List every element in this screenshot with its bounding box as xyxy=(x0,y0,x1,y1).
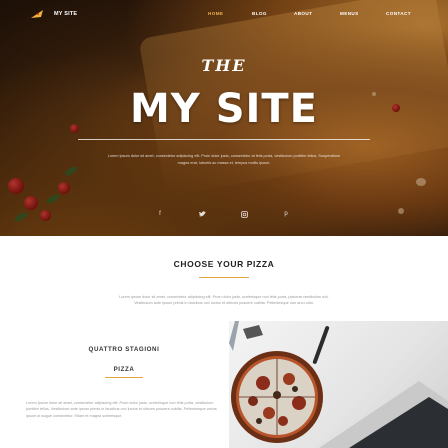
instagram-icon[interactable] xyxy=(240,210,248,218)
pizza-category: PIZZA xyxy=(113,366,135,373)
pinterest-icon[interactable]: p xyxy=(282,210,290,218)
nav-item-home[interactable]: HOME xyxy=(208,11,223,16)
section-description: Lorem ipsum dolor sit amet, consectetur … xyxy=(119,295,329,306)
section-title-underline xyxy=(199,277,249,278)
pizza-description: Lorem ipsum dolor sit amet, consectetur … xyxy=(26,401,217,418)
hero-title: MY SITE xyxy=(130,86,318,132)
pizza-photo-illustration xyxy=(229,321,448,448)
hero-description: Lorem ipsum dolor sit amet, consectetur … xyxy=(107,154,341,165)
nav-item-blog[interactable]: BLOG xyxy=(252,11,267,16)
nav-item-about[interactable]: ABOUT xyxy=(294,11,312,16)
facebook-icon[interactable]: f xyxy=(156,210,164,218)
hero-divider xyxy=(78,139,370,140)
nav-item-menus[interactable]: MENUS xyxy=(340,11,359,16)
twitter-icon[interactable] xyxy=(198,210,206,218)
section-title: CHOOSE YOUR PIZZA xyxy=(173,259,275,269)
hero-pretitle: THE xyxy=(201,56,247,75)
main-menu: HOME BLOG ABOUT MENUS CONTACT xyxy=(0,11,448,19)
top-navigation: MY SITE HOME BLOG ABOUT MENUS CONTACT xyxy=(0,0,448,28)
social-links: f p xyxy=(156,210,292,220)
pizza-category-underline xyxy=(105,377,143,378)
pizza-name: QUATTRO STAGIONI xyxy=(88,346,160,353)
hero-section: MY SITE HOME BLOG ABOUT MENUS CONTACT TH… xyxy=(0,0,448,236)
nav-item-contact[interactable]: CONTACT xyxy=(386,11,411,16)
pizza-photo xyxy=(229,321,448,448)
